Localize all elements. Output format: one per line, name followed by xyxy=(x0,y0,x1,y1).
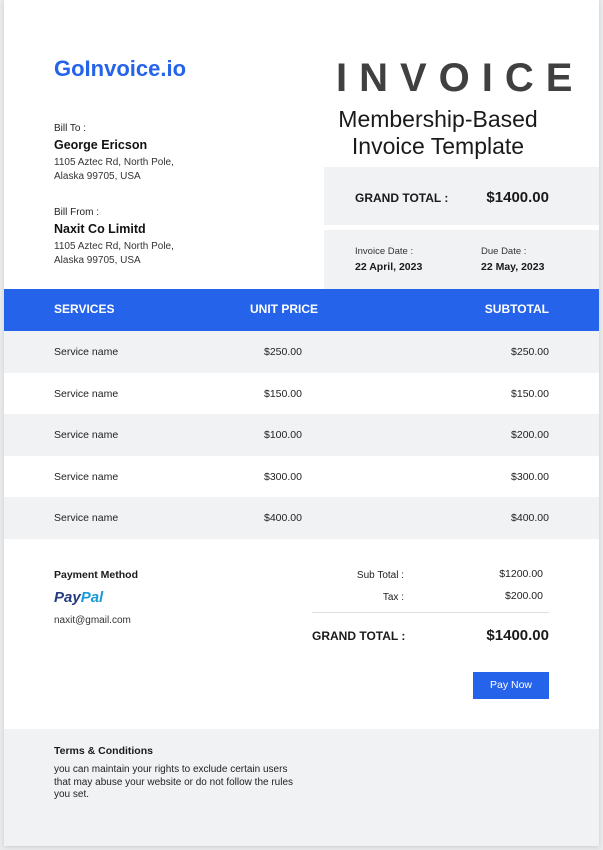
bill-from-address-line1: 1105 Aztec Rd, North Pole, xyxy=(54,241,174,252)
subtotal-cell: $200.00 xyxy=(511,429,549,441)
summary-grand-total-value: $1400.00 xyxy=(486,627,549,644)
bill-to-address-line2: Alaska 99705, USA xyxy=(54,171,141,182)
terms-section: Terms & Conditions you can maintain your… xyxy=(4,729,599,846)
invoice-date-value: 22 April, 2023 xyxy=(355,261,423,273)
unit-price-cell: $400.00 xyxy=(264,512,302,524)
bill-to-address: 1105 Aztec Rd, North Pole, Alaska 99705,… xyxy=(54,156,204,184)
bill-to-section: Bill To : George Ericson 1105 Aztec Rd, … xyxy=(54,123,204,184)
subtotal-cell: $300.00 xyxy=(511,471,549,483)
subtotal-label: Sub Total : xyxy=(356,570,404,581)
due-date-value: 22 May, 2023 xyxy=(481,261,545,273)
invoice-date-label: Invoice Date : xyxy=(355,246,414,257)
payment-email: naxit@gmail.com xyxy=(54,615,131,626)
grand-total-label: GRAND TOTAL : xyxy=(355,191,449,205)
bill-from-name: Naxit Co Limitd xyxy=(54,222,146,236)
service-name-cell: Service name xyxy=(54,512,119,524)
invoice-page: GoInvoice.io Bill To : George Ericson 11… xyxy=(4,0,599,846)
payment-method-title: Payment Method xyxy=(54,569,139,581)
invoice-title: INVOICE xyxy=(336,56,585,100)
due-date-label: Due Date : xyxy=(481,246,527,257)
tax-value: $200.00 xyxy=(505,590,543,602)
brand-logo: GoInvoice.io xyxy=(54,56,187,81)
service-name-cell: Service name xyxy=(54,346,119,358)
grand-total-value: $1400.00 xyxy=(486,189,549,206)
dates-panel: Invoice Date : 22 April, 2023 Due Date :… xyxy=(324,230,599,290)
due-date: Due Date : 22 May, 2023 xyxy=(481,246,544,273)
bill-from-label: Bill From : xyxy=(54,207,99,218)
header-services: SERVICES xyxy=(54,302,115,316)
unit-price-cell: $100.00 xyxy=(264,429,302,441)
tax-label: Tax : xyxy=(382,592,404,603)
service-name-cell: Service name xyxy=(54,471,119,483)
bill-to-address-line1: 1105 Aztec Rd, North Pole, xyxy=(54,157,174,168)
subtotal-cell: $250.00 xyxy=(511,346,549,358)
subtotal-cell: $400.00 xyxy=(511,512,549,524)
paypal-logo-pal: Pal xyxy=(80,589,104,606)
subtotal-cell: $150.00 xyxy=(511,388,549,400)
summary-divider xyxy=(312,612,549,613)
terms-title: Terms & Conditions xyxy=(54,745,153,757)
unit-price-cell: $300.00 xyxy=(264,471,302,483)
table-row: Service name $150.00 $150.00 xyxy=(4,373,599,415)
table-row: Service name $250.00 $250.00 xyxy=(4,331,599,373)
table-row: Service name $300.00 $300.00 xyxy=(4,456,599,498)
unit-price-cell: $150.00 xyxy=(264,388,302,400)
subtotal-value: $1200.00 xyxy=(499,568,543,580)
service-name-cell: Service name xyxy=(54,388,119,400)
bill-from-section: Bill From : Naxit Co Limitd 1105 Aztec R… xyxy=(54,207,204,268)
summary-grand-total-label: GRAND TOTAL : xyxy=(312,629,406,643)
table-row: Service name $100.00 $200.00 xyxy=(4,414,599,456)
pay-now-button[interactable]: Pay Now xyxy=(473,672,549,699)
paypal-logo: PayPal xyxy=(54,589,103,606)
bill-from-address-line2: Alaska 99705, USA xyxy=(54,255,141,266)
grand-total-panel: GRAND TOTAL : $1400.00 xyxy=(324,167,599,225)
services-table-header: SERVICES UNIT PRICE SUBTOTAL xyxy=(4,289,599,331)
bill-from-address: 1105 Aztec Rd, North Pole, Alaska 99705,… xyxy=(54,240,204,268)
table-row: Service name $400.00 $400.00 xyxy=(4,497,599,539)
paypal-logo-pay: Pay xyxy=(54,589,81,606)
service-name-cell: Service name xyxy=(54,429,119,441)
terms-body: you can maintain your rights to exclude … xyxy=(54,764,294,800)
bill-to-label: Bill To : xyxy=(54,123,87,134)
unit-price-cell: $250.00 xyxy=(264,346,302,358)
header-unit-price: UNIT PRICE xyxy=(250,302,319,316)
invoice-date: Invoice Date : 22 April, 2023 xyxy=(355,246,422,273)
invoice-subtitle: Membership-Based Invoice Template xyxy=(338,106,538,159)
bill-to-name: George Ericson xyxy=(54,138,148,152)
header-subtotal: SUBTOTAL xyxy=(484,302,549,316)
